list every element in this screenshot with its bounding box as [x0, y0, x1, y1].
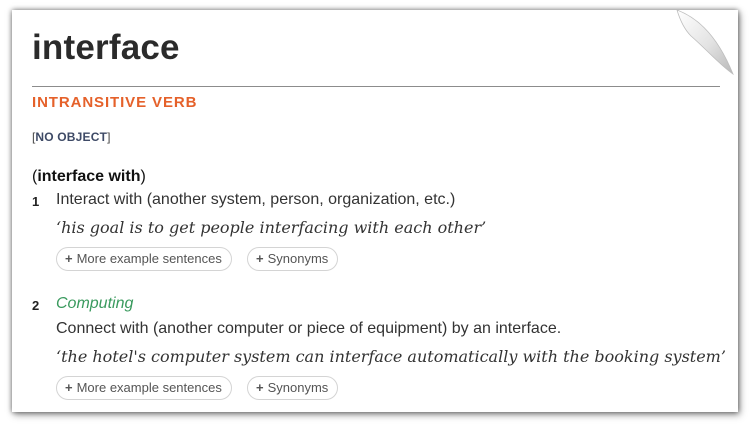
synonyms-label: Synonyms — [267, 251, 329, 266]
phrase-text: interface with — [37, 168, 141, 185]
divider — [32, 86, 720, 87]
grammar-note: [NO OBJECT] — [32, 130, 111, 144]
sense-example: ‘the hotel's computer system can interfa… — [56, 347, 726, 366]
plus-icon: + — [256, 380, 264, 395]
more-examples-label: More example sentences — [76, 380, 222, 395]
more-examples-label: More example sentences — [76, 251, 222, 266]
plus-icon: + — [65, 251, 73, 266]
sense-definition: Connect with (another computer or piece … — [56, 320, 562, 337]
subject-domain-label[interactable]: Computing — [56, 295, 133, 313]
more-example-sentences-button[interactable]: + More example sentences — [56, 376, 232, 400]
synonyms-button[interactable]: + Synonyms — [247, 247, 339, 271]
grammar-close-bracket: ] — [107, 130, 111, 144]
sense-number: 2 — [32, 298, 40, 313]
part-of-speech: INTRANSITIVE VERB — [32, 94, 198, 111]
synonyms-button[interactable]: + Synonyms — [247, 376, 339, 400]
plus-icon: + — [256, 251, 264, 266]
phrase-close-paren: ) — [140, 168, 146, 185]
sense-number: 1 — [32, 194, 40, 209]
more-example-sentences-button[interactable]: + More example sentences — [56, 247, 232, 271]
synonyms-label: Synonyms — [267, 380, 329, 395]
headword: interface — [32, 28, 180, 67]
sense-example: ‘his goal is to get people interfacing w… — [56, 218, 487, 237]
plus-icon: + — [65, 380, 73, 395]
sense-definition: Interact with (another system, person, o… — [56, 191, 456, 208]
phrasal-form: (interface with) — [32, 168, 146, 186]
grammar-label: NO OBJECT — [35, 130, 108, 144]
page-curl-icon — [671, 10, 738, 90]
